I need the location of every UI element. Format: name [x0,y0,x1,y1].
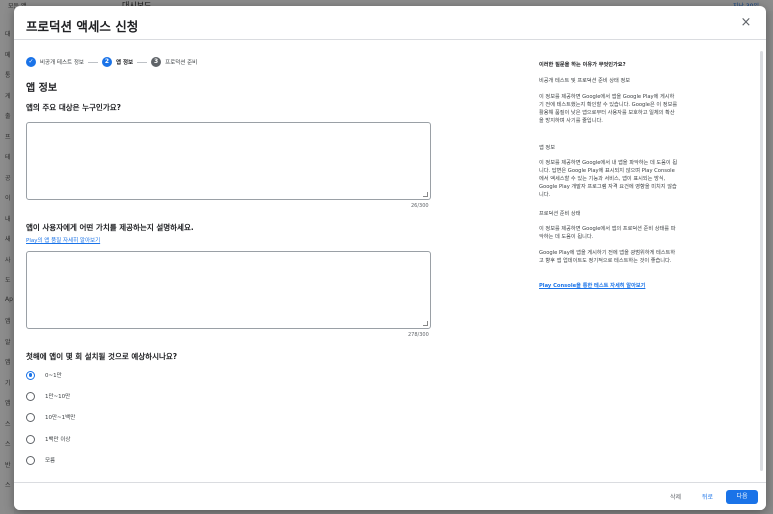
background-sidebar: 대 메 통 게 출 프 테 공 이 내 새 사 도 Ap 앱 알 앱 기 앱 스 스 반 스 [0,11,14,514]
radio-selected-icon[interactable] [26,370,35,380]
step-2-number: 2 [101,57,112,67]
step-3-number: 3 [151,57,162,67]
background-sidebar-glyph: 내 [5,215,11,223]
background-sidebar-glyph: 통 [5,72,11,79]
radio-label: 10만~1백만 [45,415,76,421]
radio-option-0[interactable]: 0~1만 [26,370,62,380]
background-sidebar-glyph: 새 [5,236,11,243]
step-1-label[interactable]: 비공개 테스트 정보 [40,58,84,66]
question-app-value: 앱이 사용자에게 어떤 가치를 제공하는지 설명하세요. [26,223,194,232]
radio-option-3[interactable]: 1백만 이상 [26,434,71,444]
background-sidebar-glyph: 이 [5,195,11,202]
target-audience-textarea[interactable] [26,122,431,200]
radio-label: 1만~10만 [45,394,71,400]
app-quality-learn-more-link[interactable]: Play의 앱 품질 자세히 알아보기 [26,236,100,244]
background-sidebar-glyph: 기 [5,379,11,387]
app-value-counter: 278/300 [408,332,429,338]
resize-handle-icon[interactable] [423,192,428,197]
radio-label: 모름 [45,458,56,464]
stepper: ✓ 비공개 테스트 정보 2 앱 정보 3 프로덕션 준비 [26,56,197,68]
radio-label: 1백만 이상 [45,437,71,443]
section-title: 앱 정보 [26,83,58,94]
question-target-audience: 앱의 주요 대상은 누구인가요? [26,103,121,112]
background-sidebar-glyph: 메 [5,51,11,59]
info-p2: 이 정보를 제공하면 Google에서 내 앱을 파악하는 데 도움이 됩니다.… [539,160,678,198]
form-panel: ✓ 비공개 테스트 정보 2 앱 정보 3 프로덕션 준비 앱 정보 앱의 주요… [14,41,524,482]
background-sidebar-glyph: 도 [5,277,11,284]
close-icon[interactable]: × [738,15,754,31]
target-audience-counter: 26/300 [411,203,429,209]
step-3-label: 프로덕션 준비 [165,60,198,66]
background-sidebar-glyph: 알 [5,338,11,346]
step-divider [87,61,98,63]
scrollbar[interactable] [760,51,763,471]
background-sidebar-glyph: 출 [5,113,11,120]
next-button[interactable]: 다음 [726,490,758,504]
radio-option-4[interactable]: 모름 [26,455,55,465]
background-sidebar-glyph: 앱 [5,359,11,366]
info-p3: 이 정보를 제공하면 Google에서 앱의 프로덕션 준비 상태를 파악하는 … [539,226,676,240]
info-p4: Google Play에 앱을 게시하기 전에 앱을 광범위하게 테스트하고 향… [539,250,676,264]
background-sidebar-glyph: 스 [5,420,11,428]
back-button[interactable]: 뒤로 [702,492,713,501]
question-installs: 첫해에 앱이 몇 회 설치될 것으로 예상하시나요? [26,352,178,361]
radio-option-2[interactable]: 10만~1백만 [26,412,75,422]
dialog-footer: 삭제 뒤로 다음 [14,482,766,510]
dialog-content: ✓ 비공개 테스트 정보 2 앱 정보 3 프로덕션 준비 앱 정보 앱의 주요… [14,41,766,482]
info-heading: 이러한 질문을 하는 이유가 무엇인가요? [539,62,626,68]
radio-label: 0~1만 [45,373,62,379]
production-access-dialog: 프로덕션 액세스 신청 × ✓ 비공개 테스트 정보 2 앱 정보 3 프로덕션… [14,6,766,510]
background-sidebar-glyph: 반 [5,461,11,469]
resize-handle-icon[interactable] [423,321,428,326]
radio-unselected-icon[interactable] [26,391,35,401]
radio-unselected-icon[interactable] [26,412,35,422]
info-panel: 이러한 질문을 하는 이유가 무엇인가요? 비공개 테스트 및 프로덕션 준비 … [524,41,766,482]
radio-unselected-icon[interactable] [26,434,35,444]
step-2-label: 앱 정보 [115,60,134,66]
background-sidebar-glyph: 대 [5,31,11,38]
info-p3-title: 프로덕션 준비 상태 [539,211,581,217]
testing-learn-more-link[interactable]: Play Console을 통한 테스트 자세히 알아보기 [539,282,679,290]
background-sidebar-glyph: Ap [5,295,13,303]
dialog-header: 프로덕션 액세스 신청 × [14,6,766,40]
background-sidebar-glyph: 스 [5,441,11,448]
delete-button[interactable]: 삭제 [670,492,681,501]
background-sidebar-glyph: 테 [5,154,11,161]
step-1-check-icon: ✓ [26,57,36,67]
background-sidebar-glyph: 앱 [5,400,11,407]
info-p1: 이 정보를 제공하면 Google에서 앱을 Google Play에 게시하기… [539,94,678,124]
background-sidebar-glyph: 게 [5,92,11,100]
radio-option-1[interactable]: 1만~10만 [26,391,70,401]
info-p1-title: 비공개 테스트 및 프로덕션 준비 상태 정보 [539,78,631,84]
background-sidebar-glyph: 공 [5,174,11,182]
background-sidebar-glyph: 프 [5,133,11,141]
dialog-title: 프로덕션 액세스 신청 [26,19,139,34]
info-p2-title: 앱 정보 [539,145,555,151]
step-divider [137,61,148,63]
background-sidebar-glyph: 사 [5,256,11,264]
background-sidebar-glyph: 앱 [5,318,11,325]
radio-unselected-icon[interactable] [26,455,35,465]
app-value-textarea[interactable] [26,251,431,329]
background-sidebar-glyph: 스 [5,482,11,489]
